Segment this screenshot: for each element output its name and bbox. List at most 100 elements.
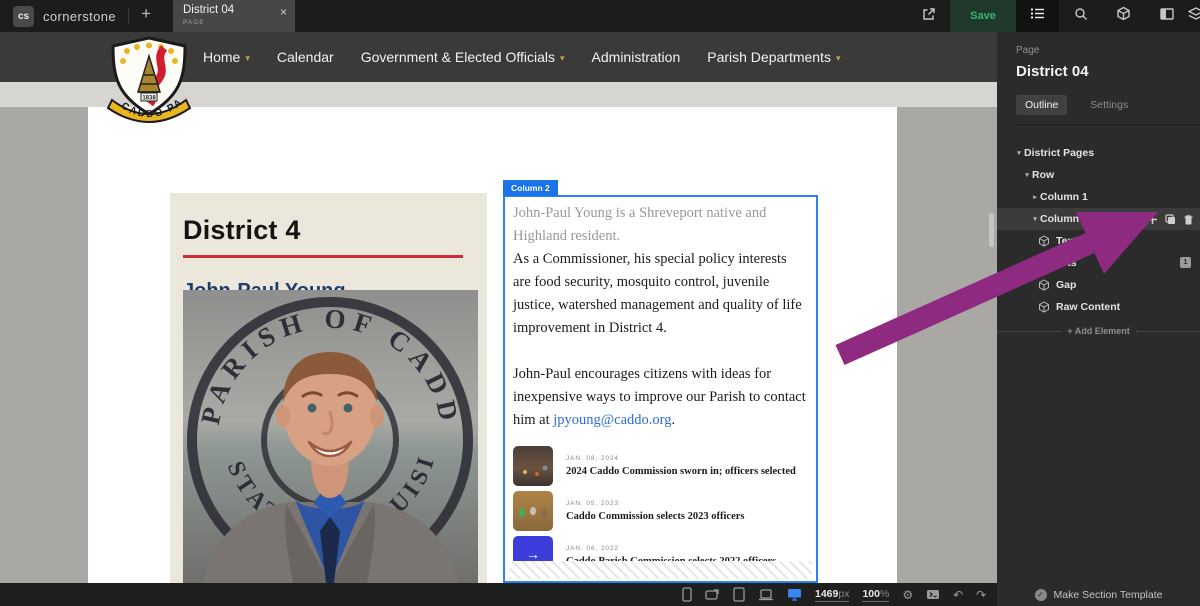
news-item[interactable]: JAN. 08, 2024 2024 Caddo Commission swor… <box>513 446 807 486</box>
templates-panel-button[interactable] <box>1188 0 1200 32</box>
intro-paragraph: John-Paul Young is a Shreveport native a… <box>513 202 807 248</box>
external-link-icon <box>922 7 936 26</box>
page-preview: District 4 John-Paul Young <box>88 107 897 583</box>
check-circle-icon: ✓ <box>1035 589 1047 601</box>
duplicate-icon[interactable] <box>1165 214 1176 225</box>
news-date: JAN. 05, 2023 <box>566 500 744 507</box>
title-rule <box>183 255 463 258</box>
nav-label: Government & Elected Officials <box>361 49 555 65</box>
tree-label: Text <box>1056 235 1077 247</box>
editor-bottom-bar: 1469px 100% ⚙ ↶ ↷ ✓ Make Section Templat… <box>0 583 1200 606</box>
tree-label: Row <box>1032 169 1054 181</box>
search-icon <box>1074 7 1088 26</box>
tree-open-icon[interactable]: ▾ <box>1030 215 1040 223</box>
tree-row-gap[interactable]: Gap <box>997 274 1200 296</box>
tree-row-column-2[interactable]: ▾ Column 2 <box>997 208 1200 230</box>
tree-row-row[interactable]: ▾ Row <box>997 164 1200 186</box>
tab-settings[interactable]: Settings <box>1081 95 1137 115</box>
tree-label: Posts <box>1048 257 1077 269</box>
preview-scrollbar[interactable] <box>989 213 994 247</box>
nav-label: Calendar <box>277 49 334 65</box>
zoom-level-field[interactable]: 100% <box>862 588 889 602</box>
sidebar-page-title: District 04 <box>1016 63 1200 80</box>
nav-item-home[interactable]: Home ▾ <box>203 49 250 65</box>
contact-period: . <box>671 412 675 428</box>
editor-canvas: Home ▾ Calendar Government & Elected Off… <box>0 32 1200 583</box>
tree-row-column-1[interactable]: ▸ Column 1 <box>997 186 1200 208</box>
news-item[interactable]: JAN. 05, 2023 Caddo Commission selects 2… <box>513 491 807 531</box>
new-tab-button[interactable]: + <box>139 0 161 32</box>
chevron-down-icon: ▾ <box>245 53 250 64</box>
news-list: JAN. 08, 2024 2024 Caddo Commission swor… <box>513 446 807 576</box>
settings-gear-icon[interactable]: ⚙ <box>902 588 913 602</box>
chevron-down-icon: ▾ <box>836 53 841 64</box>
zoom-value: 100 <box>862 588 880 600</box>
close-icon[interactable]: × <box>280 5 287 19</box>
device-desktop-button[interactable] <box>787 588 802 601</box>
tree-label: Raw Content <box>1056 301 1120 313</box>
column-2-preview[interactable]: Column 2 John-Paul Young is a Shreveport… <box>503 195 818 583</box>
elements-panel-button[interactable] <box>1102 0 1145 32</box>
caddo-parish-logo[interactable]: 1838 CADDO PARISH <box>104 34 194 132</box>
news-title: Caddo Commission selects 2023 officers <box>566 511 744 523</box>
divider <box>128 8 129 24</box>
device-tablet-button[interactable] <box>733 587 745 602</box>
commissioner-photo: PARISH OF CADDO STATE OF LOUISIANA <box>183 290 478 583</box>
column-1-preview[interactable]: District 4 John-Paul Young <box>170 193 487 583</box>
brand-name: cornerstone <box>43 9 116 24</box>
nav-item-parish-departments[interactable]: Parish Departments ▾ <box>707 49 840 65</box>
console-button[interactable] <box>926 589 940 600</box>
add-element-button[interactable]: + Add Element <box>997 326 1200 336</box>
news-thumbnail <box>513 446 553 486</box>
selection-label: Column 2 <box>503 180 558 196</box>
outline-tree: ▾ District Pages ▾ Row ▸ Column 1 ▾ Colu… <box>997 142 1200 336</box>
nav-item-government[interactable]: Government & Elected Officials ▾ <box>361 49 565 65</box>
tree-open-icon[interactable]: ▾ <box>1014 149 1024 157</box>
device-laptop-button[interactable] <box>758 589 774 601</box>
zoom-unit: % <box>880 588 889 600</box>
tree-row-text[interactable]: Text <box>997 230 1200 252</box>
cornerstone-logo-icon: cs <box>13 6 34 27</box>
save-button[interactable]: Save <box>950 0 1016 32</box>
layout-panel-button[interactable] <box>1145 0 1188 32</box>
outline-panel-button[interactable] <box>1016 0 1059 32</box>
add-element-icon[interactable] <box>1147 214 1158 225</box>
tree-row-raw-content[interactable]: Raw Content <box>997 296 1200 318</box>
make-template-label: Make Section Template <box>1054 589 1163 601</box>
tree-row-district-pages[interactable]: ▾ District Pages <box>997 142 1200 164</box>
phone-icon <box>682 587 692 602</box>
tab-outline[interactable]: Outline <box>1016 95 1067 115</box>
tree-row-posts[interactable]: ▸ Posts 1 <box>997 252 1200 274</box>
editor-top-bar: cs cornerstone + District 04 PAGE × Save <box>0 0 1200 32</box>
delete-icon[interactable] <box>1183 214 1194 225</box>
element-cube-icon <box>1038 279 1050 291</box>
email-link[interactable]: jpyoung@caddo.org <box>553 412 671 428</box>
tree-label: Column 2 <box>1040 213 1088 225</box>
nav-label: Home <box>203 49 240 65</box>
nav-item-administration[interactable]: Administration <box>592 49 681 65</box>
policy-paragraph: As a Commissioner, his special policy in… <box>513 248 807 340</box>
redo-icon[interactable]: ↷ <box>976 588 986 602</box>
device-phone-landscape-button[interactable] <box>705 588 720 601</box>
canvas-width-field[interactable]: 1469px <box>815 588 849 602</box>
news-date: JAN. 08, 2024 <box>566 455 796 462</box>
cube-icon <box>1116 6 1131 26</box>
device-phone-button[interactable] <box>682 587 692 602</box>
tree-closed-icon[interactable]: ▸ <box>1038 259 1048 267</box>
news-date: JAN. 06, 2022 <box>566 545 776 552</box>
tree-label: Column 1 <box>1040 191 1088 203</box>
divider <box>1136 331 1200 332</box>
open-preview-button[interactable] <box>907 0 950 32</box>
page-title: District 4 <box>183 215 487 246</box>
make-section-template-button[interactable]: ✓ Make Section Template <box>997 583 1200 606</box>
undo-icon[interactable]: ↶ <box>953 588 963 602</box>
nav-item-calendar[interactable]: Calendar <box>277 49 334 65</box>
tab-title: District 04 <box>183 4 287 16</box>
tree-label: District Pages <box>1024 147 1094 159</box>
search-panel-button[interactable] <box>1059 0 1102 32</box>
tree-label: Gap <box>1056 279 1076 291</box>
inspect-icon[interactable] <box>1129 214 1140 225</box>
tree-open-icon[interactable]: ▾ <box>1022 171 1032 179</box>
tree-closed-icon[interactable]: ▸ <box>1030 193 1040 201</box>
tab-district-04[interactable]: District 04 PAGE × <box>173 0 295 32</box>
